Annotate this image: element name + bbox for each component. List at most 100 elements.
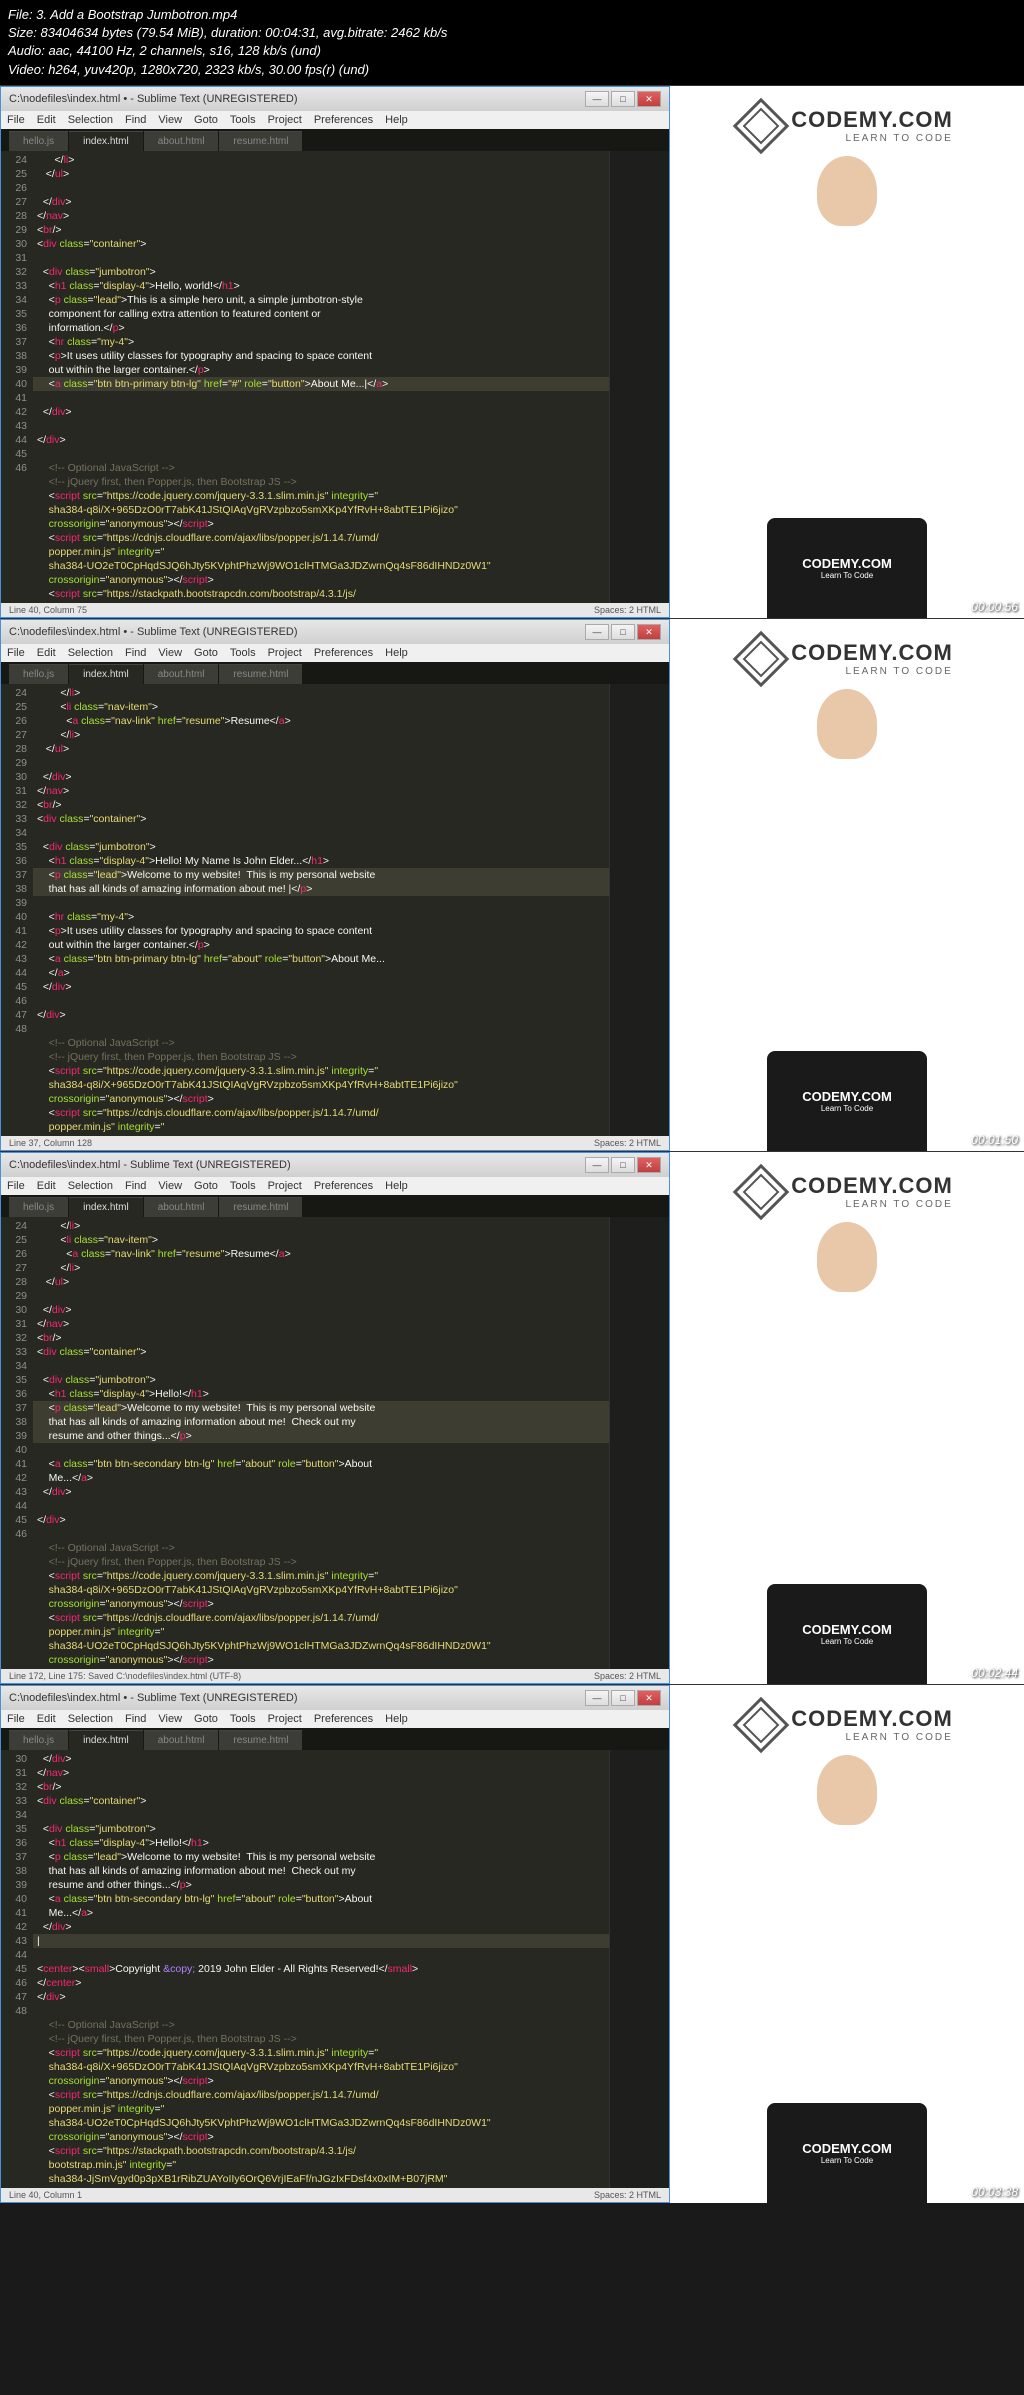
menu-item[interactable]: Goto	[194, 114, 218, 126]
status-left: Line 37, Column 128	[9, 1138, 92, 1148]
maximize-button[interactable]: □	[611, 1690, 635, 1706]
menu-item[interactable]: Find	[125, 1180, 146, 1192]
video-frame: C:\nodefiles\index.html • - Sublime Text…	[0, 1684, 1024, 2203]
menu-item[interactable]: Edit	[37, 1713, 56, 1725]
titlebar[interactable]: C:\nodefiles\index.html • - Sublime Text…	[1, 620, 669, 644]
editor-tab[interactable]: about.html	[144, 1197, 219, 1217]
editor-tab[interactable]: resume.html	[219, 1197, 302, 1217]
menu-item[interactable]: Project	[268, 1713, 302, 1725]
minimap[interactable]	[609, 684, 669, 1136]
minimap[interactable]	[609, 1750, 669, 2188]
menu-item[interactable]: File	[7, 647, 25, 659]
menu-item[interactable]: Edit	[37, 114, 56, 126]
menu-item[interactable]: Selection	[68, 647, 113, 659]
maximize-button[interactable]: □	[611, 624, 635, 640]
menu-item[interactable]: File	[7, 1180, 25, 1192]
menu-item[interactable]: Tools	[230, 114, 256, 126]
code-content[interactable]: </li> </ul> </div> </nav> <br/> <div cla…	[33, 151, 609, 603]
logo-icon	[733, 1696, 790, 1753]
tshirt-text: CODEMY.COM	[802, 2141, 892, 2156]
file-metadata: File: 3. Add a Bootstrap Jumbotron.mp4 S…	[0, 0, 1024, 85]
menu-item[interactable]: Edit	[37, 647, 56, 659]
editor-tab[interactable]: index.html	[69, 664, 143, 684]
menu-item[interactable]: Edit	[37, 1180, 56, 1192]
maximize-button[interactable]: □	[611, 91, 635, 107]
titlebar[interactable]: C:\nodefiles\index.html - Sublime Text (…	[1, 1153, 669, 1177]
code-content[interactable]: </li> <li class="nav-item"> <a class="na…	[33, 1217, 609, 1669]
editor-tab[interactable]: resume.html	[219, 664, 302, 684]
menu-item[interactable]: File	[7, 114, 25, 126]
code-editor[interactable]: 24 25 26 27 28 29 30 31 32 33 34 35 36 3…	[1, 151, 669, 603]
menu-item[interactable]: Project	[268, 1180, 302, 1192]
code-content[interactable]: </div> </nav> <br/> <div class="containe…	[33, 1750, 609, 2188]
status-left: Line 40, Column 75	[9, 605, 87, 615]
editor-tab[interactable]: resume.html	[219, 131, 302, 151]
menu-item[interactable]: View	[158, 1713, 182, 1725]
minimize-button[interactable]: —	[585, 624, 609, 640]
menu-item[interactable]: Find	[125, 1713, 146, 1725]
menu-item[interactable]: View	[158, 1180, 182, 1192]
menu-item[interactable]: Tools	[230, 1180, 256, 1192]
menu-item[interactable]: Goto	[194, 647, 218, 659]
menu-item[interactable]: Preferences	[314, 647, 373, 659]
menu-item[interactable]: Help	[385, 1180, 408, 1192]
menu-item[interactable]: Selection	[68, 1180, 113, 1192]
editor-tab[interactable]: about.html	[144, 131, 219, 151]
code-content[interactable]: </li> <li class="nav-item"> <a class="na…	[33, 684, 609, 1136]
menu-item[interactable]: View	[158, 647, 182, 659]
menu-item[interactable]: Preferences	[314, 1713, 373, 1725]
minimap[interactable]	[609, 151, 669, 603]
menu-item[interactable]: View	[158, 114, 182, 126]
editor-tab[interactable]: hello.js	[9, 664, 68, 684]
editor-tab[interactable]: resume.html	[219, 1730, 302, 1750]
menu-item[interactable]: Help	[385, 647, 408, 659]
menu-item[interactable]: Selection	[68, 1713, 113, 1725]
code-editor[interactable]: 30 31 32 33 34 35 36 37 38 39 40 41 42 4…	[1, 1750, 669, 2188]
video-frame: C:\nodefiles\index.html - Sublime Text (…	[0, 1151, 1024, 1684]
menu-item[interactable]: Project	[268, 114, 302, 126]
menu-item[interactable]: Find	[125, 647, 146, 659]
menu-item[interactable]: Tools	[230, 647, 256, 659]
close-button[interactable]: ✕	[637, 624, 661, 640]
editor-tab[interactable]: index.html	[69, 1730, 143, 1750]
presenter-head	[817, 156, 877, 226]
codemy-logo: CODEMY.COM LEARN TO CODE	[741, 639, 953, 679]
close-button[interactable]: ✕	[637, 91, 661, 107]
menu-item[interactable]: Preferences	[314, 114, 373, 126]
minimize-button[interactable]: —	[585, 1690, 609, 1706]
menubar: File Edit Selection Find View Goto Tools Projec…	[1, 644, 669, 662]
minimize-button[interactable]: —	[585, 1157, 609, 1173]
editor-tab[interactable]: index.html	[69, 131, 143, 151]
minimap[interactable]	[609, 1217, 669, 1669]
menu-item[interactable]: Tools	[230, 1713, 256, 1725]
editor-tab[interactable]: index.html	[69, 1197, 143, 1217]
titlebar[interactable]: C:\nodefiles\index.html • - Sublime Text…	[1, 1686, 669, 1710]
menu-item[interactable]: Selection	[68, 114, 113, 126]
status-left: Line 172, Line 175: Saved C:\nodefiles\i…	[9, 1671, 241, 1681]
code-editor[interactable]: 24 25 26 27 28 29 30 31 32 33 34 35 36 3…	[1, 1217, 669, 1669]
logo-icon	[733, 97, 790, 154]
close-button[interactable]: ✕	[637, 1157, 661, 1173]
minimize-button[interactable]: —	[585, 91, 609, 107]
titlebar[interactable]: C:\nodefiles\index.html • - Sublime Text…	[1, 87, 669, 111]
menu-item[interactable]: Project	[268, 647, 302, 659]
editor-tab[interactable]: hello.js	[9, 1730, 68, 1750]
menu-item[interactable]: Find	[125, 114, 146, 126]
code-editor[interactable]: 24 25 26 27 28 29 30 31 32 33 34 35 36 3…	[1, 684, 669, 1136]
editor-tab[interactable]: about.html	[144, 664, 219, 684]
menu-item[interactable]: Goto	[194, 1180, 218, 1192]
tshirt-text: CODEMY.COM	[802, 1089, 892, 1104]
line-numbers: 24 25 26 27 28 29 30 31 32 33 34 35 36 3…	[1, 1217, 33, 1669]
maximize-button[interactable]: □	[611, 1157, 635, 1173]
meta-size: Size: 83404634 bytes (79.54 MiB), durati…	[8, 24, 1016, 42]
menu-item[interactable]: Goto	[194, 1713, 218, 1725]
menu-item[interactable]: Preferences	[314, 1180, 373, 1192]
menu-item[interactable]: File	[7, 1713, 25, 1725]
menu-item[interactable]: Help	[385, 114, 408, 126]
menu-item[interactable]: Help	[385, 1713, 408, 1725]
editor-tab[interactable]: hello.js	[9, 131, 68, 151]
close-button[interactable]: ✕	[637, 1690, 661, 1706]
editor-tab[interactable]: hello.js	[9, 1197, 68, 1217]
editor-tab[interactable]: about.html	[144, 1730, 219, 1750]
editor-window: C:\nodefiles\index.html • - Sublime Text…	[0, 1685, 670, 2203]
